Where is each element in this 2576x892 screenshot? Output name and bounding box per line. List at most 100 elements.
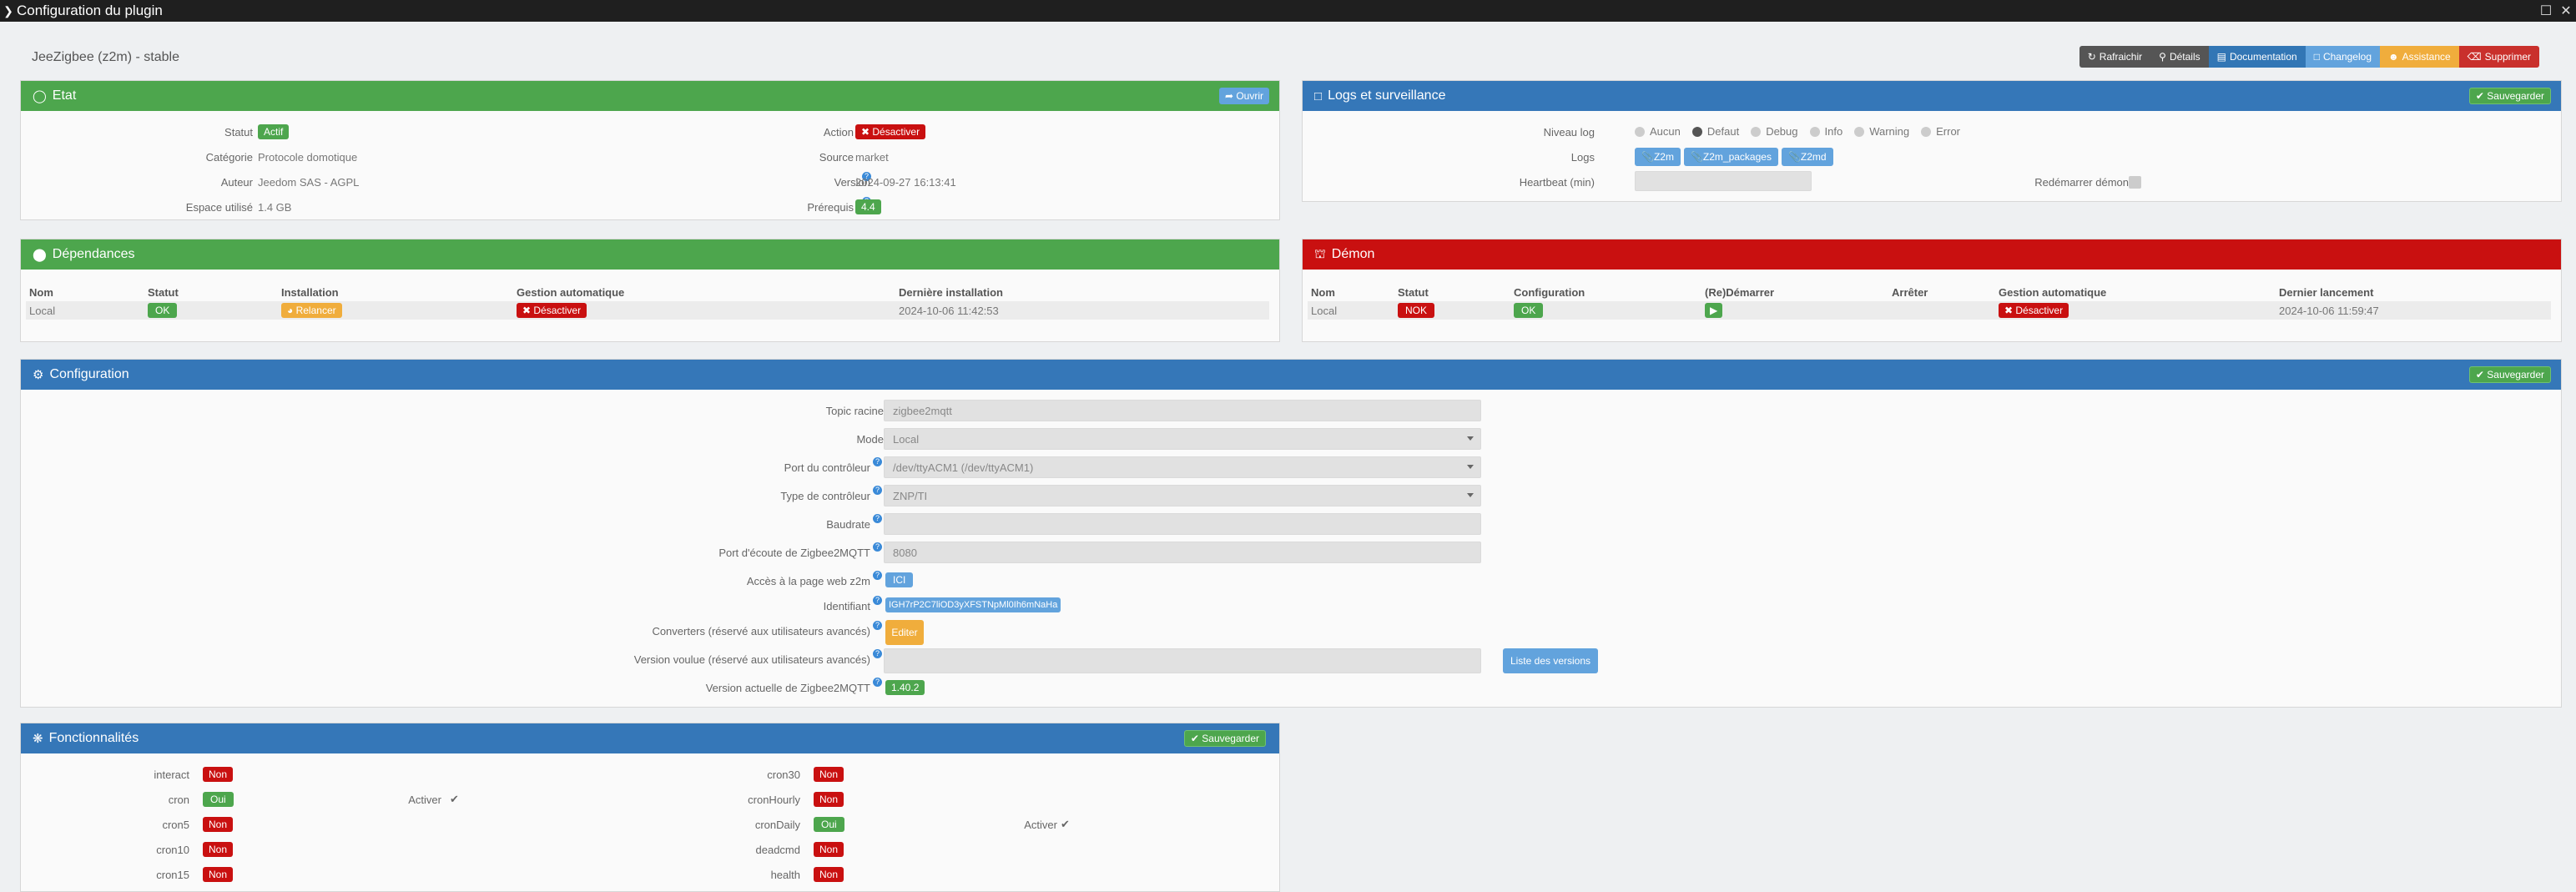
demon-header-statut: Statut (1398, 286, 1429, 299)
deps-row-nom: Local (29, 305, 56, 317)
heartbeat-label: Heartbeat (min) (1519, 176, 1595, 189)
times-icon: ✖ (2004, 305, 2016, 316)
fonct-cron-activer-label: Activer (408, 794, 441, 806)
port-select[interactable]: /dev/ttyACM1 (/dev/ttyACM1) (884, 456, 1481, 478)
deactivate-button[interactable]: ✖ Désactiver (855, 124, 926, 139)
restart-daemon-label: Redémarrer démon (2034, 176, 2129, 189)
action-label: Action (823, 126, 854, 139)
voulue-input[interactable] (884, 648, 1481, 673)
topic-input[interactable]: zigbee2mqtt (884, 400, 1481, 421)
baudrate-input[interactable] (884, 513, 1481, 535)
mode-select[interactable]: Local (884, 428, 1481, 450)
open-button[interactable]: ➦ Ouvrir (1218, 88, 1269, 104)
changelog-button[interactable]: □ Changelog (2305, 46, 2380, 68)
close-icon[interactable]: ✕ (2556, 3, 2576, 19)
relancer-button[interactable]: ◕ Relancer (281, 303, 342, 318)
log-z2m-packages-button[interactable]: 📎Z2m_packages (1683, 148, 1778, 166)
help-icon[interactable]: ? (873, 514, 882, 523)
help-icon[interactable]: ? (873, 649, 882, 658)
fonct-cron15-label: cron15 (156, 869, 189, 881)
demon-header-configuration: Configuration (1514, 286, 1585, 299)
deps-deactivate-button[interactable]: ✖ Désactiver (517, 303, 587, 318)
fonct-cron30-badge: Non (814, 767, 844, 782)
help-icon[interactable]: ? (873, 621, 882, 630)
deps-header-nom: Nom (29, 286, 53, 299)
refresh-icon: ↻ (2087, 51, 2096, 63)
espace-value: 1.4 GB (258, 201, 292, 214)
save-button[interactable]: ✔ Sauvegarder (1183, 730, 1266, 747)
log-z2md-button[interactable]: 📎Z2md (1781, 148, 1833, 166)
puzzle-icon: ❋ (33, 732, 43, 746)
start-button[interactable]: ▶ (1705, 303, 1723, 318)
help-icon[interactable]: ? (873, 457, 882, 466)
liste-versions-button[interactable]: Liste des versions (1503, 648, 1598, 673)
deps-row-derniere: 2024-10-06 11:42:53 (899, 305, 999, 317)
details-button[interactable]: ⚲ Détails (2150, 46, 2209, 68)
fonct-cron-checkbox[interactable]: ✔ (450, 794, 461, 804)
help-icon[interactable]: ? (873, 596, 882, 605)
delete-button[interactable]: ⌫ Supprimer (2458, 46, 2539, 68)
fonct-cronhourly-badge: Non (814, 792, 844, 807)
converters-label: Converters (réservé aux utilisateurs ava… (652, 625, 870, 638)
fonct-deadcmd-badge: Non (814, 842, 844, 857)
auteur-value: Jeedom SAS - AGPL (258, 176, 360, 189)
assistance-button[interactable]: ☻ Assistance (2380, 46, 2459, 68)
demon-header-arreter: Arrêter (1892, 286, 1928, 299)
fonctionnalites-header: ❋ Fonctionnalités ✔ Sauvegarder (21, 723, 1279, 753)
save-button[interactable]: ✔ Sauvegarder (2468, 366, 2551, 383)
check-circle-icon: ✔ (2475, 90, 2488, 102)
radio-info[interactable]: Info (1809, 125, 1843, 138)
restart-daemon-checkbox[interactable] (2129, 176, 2141, 189)
caret-down-icon (1467, 465, 1474, 469)
type-label: Type de contrôleur (780, 490, 870, 502)
categorie-value: Protocole domotique (258, 151, 358, 164)
categorie-label: Catégorie (205, 151, 253, 164)
fonct-deadcmd-label: deadcmd (755, 844, 800, 856)
help-icon[interactable]: ? (873, 542, 882, 552)
trash-icon: ⌫ (2467, 51, 2482, 63)
logs-label: Logs (1570, 151, 1595, 164)
prerequis-label: Prérequis (807, 201, 854, 214)
fonct-cron-badge: Oui (203, 792, 234, 807)
radio-debug[interactable]: Debug (1751, 125, 1798, 138)
niveau-log-label: Niveau log (1543, 126, 1595, 139)
chevron-right-icon[interactable]: ❯ (0, 4, 17, 18)
help-icon[interactable]: ? (873, 571, 882, 580)
radio-error[interactable]: Error (1921, 125, 1960, 138)
maximize-icon[interactable]: ☐ (2536, 3, 2556, 19)
heartbeat-input[interactable] (1635, 171, 1812, 191)
documentation-button[interactable]: ▤ Documentation (2208, 46, 2306, 68)
radio-defaut[interactable]: Defaut (1691, 125, 1739, 138)
check-circle-icon: ✔ (1190, 733, 1202, 744)
fonct-interact-badge: Non (203, 767, 234, 782)
caret-down-icon (1467, 493, 1474, 497)
acces-link[interactable]: ICI (885, 572, 914, 587)
acces-label: Accès à la page web z2m (746, 575, 870, 587)
users-icon: ☻ (2388, 51, 2399, 63)
demon-deactivate-button[interactable]: ✖ Désactiver (1999, 303, 2069, 318)
cogs-icon: ⚙ (33, 368, 44, 382)
save-button[interactable]: ✔ Sauvegarder (2468, 88, 2551, 104)
editer-button[interactable]: Editer (885, 620, 924, 645)
file-icon: □ (2313, 51, 2320, 63)
demon-row-nom: Local (1311, 305, 1338, 317)
fonct-health-badge: Non (814, 867, 844, 882)
book-icon: ▤ (2216, 51, 2226, 63)
paperclip-icon: 📎 (1690, 151, 1703, 163)
radio-aucun[interactable]: Aucun (1635, 125, 1681, 138)
fonct-crondaily-checkbox[interactable]: ✔ (1061, 819, 1071, 829)
refresh-button[interactable]: ↻ Rafraichir (2079, 46, 2151, 68)
espace-label: Espace utilisé (185, 201, 253, 214)
table-row: Local NOK OK ▶ ✖ Désactiver 2024-10-06 1… (1308, 301, 2551, 320)
log-z2m-button[interactable]: 📎Z2m (1635, 148, 1681, 166)
radio-dot (1854, 126, 1865, 137)
ecoute-input[interactable]: 8080 (884, 542, 1481, 563)
logs-header: □ Logs et surveillance ✔ Sauvegarder (1303, 81, 2561, 111)
type-select[interactable]: ZNP/TI (884, 485, 1481, 506)
help-icon[interactable]: ? (873, 486, 882, 495)
fonct-crondaily-badge: Oui (814, 817, 844, 832)
deps-header-installation: Installation (281, 286, 339, 299)
help-icon[interactable]: ? (873, 678, 882, 687)
fonct-cron30-label: cron30 (767, 769, 800, 781)
radio-warning[interactable]: Warning (1854, 125, 1909, 138)
